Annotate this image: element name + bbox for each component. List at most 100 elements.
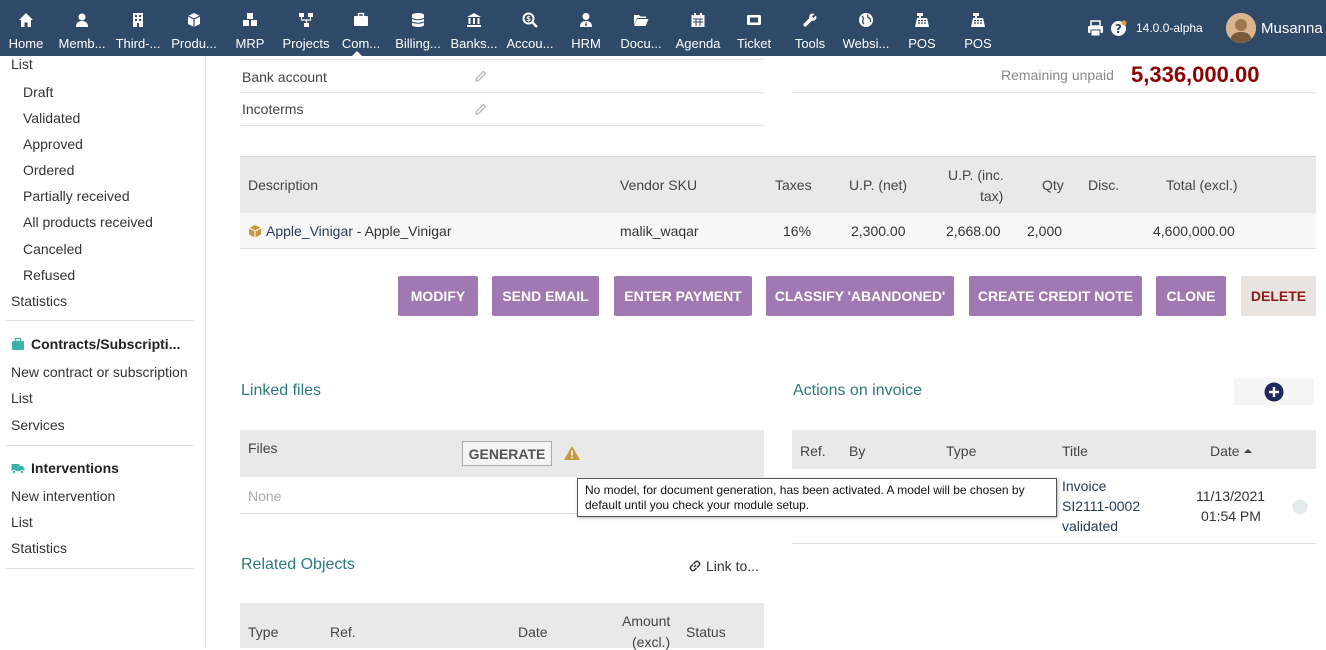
sidebar-item-intervention-statistics[interactable]: Statistics — [11, 540, 67, 556]
col-title[interactable]: Title — [1062, 443, 1088, 459]
product-cube-icon — [248, 225, 262, 238]
svg-text:?: ? — [1115, 22, 1122, 36]
clone-button[interactable]: Clone — [1156, 276, 1226, 316]
line-qty: 2,000 — [1027, 223, 1063, 239]
nav-projects[interactable]: Projects — [280, 0, 332, 56]
svg-text:$: $ — [526, 15, 531, 23]
sidebar-item-intervention-list[interactable]: List — [11, 514, 33, 530]
line-total: 4,600,000.00 — [1153, 223, 1235, 239]
product-label: - Apple_Vinigar — [352, 223, 452, 239]
pencil-icon[interactable] — [474, 69, 488, 83]
top-navigation-bar: Home Memb... Third-... Produ... MRP Proj… — [0, 0, 1326, 56]
sidebar-item-services[interactable]: Services — [11, 417, 65, 433]
cube-icon — [187, 13, 201, 27]
nav-pos-1[interactable]: POS — [898, 0, 946, 56]
sidebar-item-refused[interactable]: Refused — [23, 267, 75, 283]
send-email-button[interactable]: Send email — [492, 276, 599, 316]
plus-circle-icon — [1264, 382, 1284, 401]
username[interactable]: Musanna — [1261, 20, 1323, 37]
sidebar-item-ordered[interactable]: Ordered — [23, 162, 74, 178]
nav-agenda[interactable]: Agenda — [672, 0, 724, 56]
nav-hrm[interactable]: HRM — [562, 0, 610, 56]
col-ref: Ref. — [330, 624, 356, 640]
add-event-button[interactable] — [1234, 378, 1314, 405]
printer-icon[interactable] — [1087, 20, 1104, 37]
cash-register-icon — [971, 13, 985, 27]
field-label: Bank account — [242, 69, 327, 85]
sitemap-icon — [299, 13, 313, 27]
enter-payment-button[interactable]: Enter payment — [614, 276, 752, 316]
actions-on-invoice-title: Actions on invoice — [793, 382, 922, 399]
col-type[interactable]: Type — [946, 443, 976, 459]
ticket-icon — [747, 15, 761, 25]
sidebar-divider — [6, 320, 193, 321]
col-up-inc: U.P. (inc. — [948, 167, 1004, 183]
sidebar-item-draft[interactable]: Draft — [23, 84, 53, 100]
nav-accounting[interactable]: $ Accou... — [504, 0, 556, 56]
sidebar-item-all-received[interactable]: All products received — [23, 214, 153, 230]
sidebar-item-partially-received[interactable]: Partially received — [23, 188, 130, 204]
col-description: Description — [248, 177, 319, 193]
wrench-icon — [803, 13, 817, 27]
sidebar-item-statistics[interactable]: Statistics — [11, 293, 67, 309]
nav-members[interactable]: Memb... — [56, 0, 108, 56]
field-incoterms: Incoterms — [241, 93, 764, 126]
col-by[interactable]: By — [849, 443, 865, 459]
briefcase-icon — [354, 12, 368, 26]
files-label: Files — [248, 440, 278, 456]
nav-pos-2[interactable]: POS — [954, 0, 1002, 56]
modify-button[interactable]: Modify — [398, 276, 478, 316]
sidebar-section-interventions[interactable]: Interventions — [11, 460, 119, 476]
create-credit-note-button[interactable]: Create credit note — [969, 276, 1142, 316]
field-label: Incoterms — [242, 101, 304, 117]
sidebar-item-approved[interactable]: Approved — [23, 136, 83, 152]
nav-commerce[interactable]: Com... — [337, 0, 385, 56]
nav-website[interactable]: Websi... — [840, 0, 892, 56]
nav-third-parties[interactable]: Third-... — [112, 0, 164, 56]
nav-documents[interactable]: Docu... — [616, 0, 666, 56]
col-qty: Qty — [1042, 177, 1064, 193]
sidebar-item-validated[interactable]: Validated — [23, 110, 80, 126]
cubes-icon — [243, 13, 257, 26]
sidebar-section-title: Interventions — [31, 460, 119, 476]
nav-mrp[interactable]: MRP — [226, 0, 274, 56]
col-type: Type — [248, 624, 279, 640]
nav-tools[interactable]: Tools — [786, 0, 834, 56]
sidebar-item-list[interactable]: List — [11, 56, 33, 72]
nav-banks[interactable]: Banks... — [448, 0, 500, 56]
sidebar-item-canceled[interactable]: Canceled — [23, 241, 82, 257]
nav-home[interactable]: Home — [2, 0, 50, 56]
warning-icon[interactable] — [563, 445, 581, 461]
col-date-label: Date — [1210, 443, 1240, 459]
classify-abandoned-button[interactable]: Classify 'Abandoned' — [766, 276, 954, 316]
col-date[interactable]: Date — [1210, 443, 1253, 459]
line-up-inc: 2,668.00 — [946, 223, 1001, 239]
action-title-line3[interactable]: validated — [1062, 518, 1118, 534]
sidebar-item-new-intervention[interactable]: New intervention — [11, 488, 115, 504]
nav-billing[interactable]: Billing... — [392, 0, 444, 56]
link-to-button[interactable]: Link to... — [688, 558, 759, 574]
action-title-line1[interactable]: Invoice — [1062, 478, 1106, 494]
action-title-line2[interactable]: SI2111-0002 — [1062, 498, 1140, 514]
help-icon[interactable]: ? — [1110, 20, 1127, 37]
generate-button[interactable]: GENERATE — [462, 441, 552, 466]
user-icon — [76, 13, 88, 27]
calendar-icon — [691, 13, 705, 27]
link-icon — [689, 560, 701, 572]
product-link[interactable]: Apple_Vinigar — [266, 223, 353, 239]
related-objects-header: Type Ref. Date Amount (excl.) Status — [240, 603, 764, 650]
col-ref[interactable]: Ref. — [800, 443, 826, 459]
sidebar-section-contracts[interactable]: Contracts/Subscripti... — [11, 336, 180, 352]
home-icon — [19, 13, 33, 27]
field-bank-account: Bank account — [241, 59, 764, 93]
nav-ticket[interactable]: Ticket — [730, 0, 778, 56]
col-taxes: Taxes — [775, 177, 812, 193]
generate-warning-tooltip: No model, for document generation, has b… — [577, 478, 1057, 517]
sidebar-item-contract-list[interactable]: List — [11, 390, 33, 406]
sidebar-item-new-contract[interactable]: New contract or subscription — [11, 364, 188, 380]
delete-button[interactable]: Delete — [1241, 276, 1316, 316]
avatar[interactable] — [1226, 13, 1256, 43]
pencil-icon[interactable] — [474, 102, 488, 116]
sort-asc-icon — [1243, 449, 1252, 453]
nav-products[interactable]: Produ... — [168, 0, 220, 56]
